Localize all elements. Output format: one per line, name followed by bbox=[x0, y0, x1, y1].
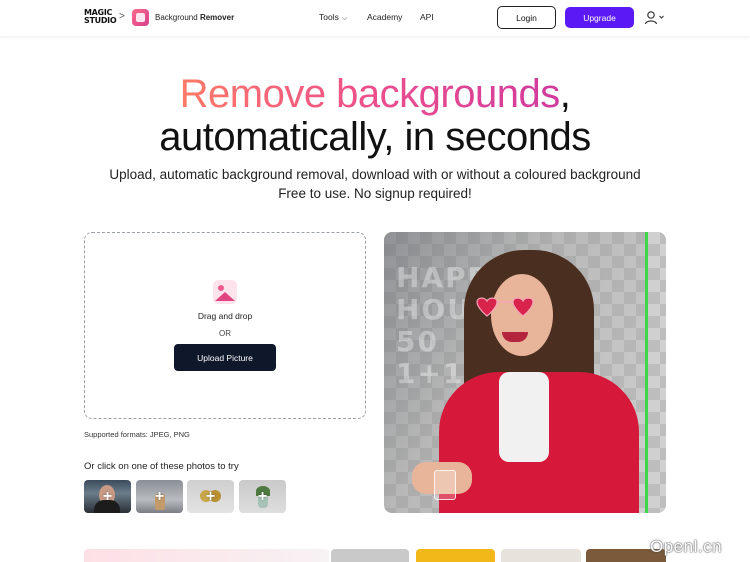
plus-icon: + bbox=[154, 487, 165, 505]
hero-title-line2: automatically, in seconds bbox=[159, 115, 591, 159]
before-after-preview[interactable]: HAPPY HOUR 50 1+1 bbox=[384, 232, 666, 513]
user-menu[interactable] bbox=[644, 10, 666, 26]
plus-icon: + bbox=[102, 487, 113, 505]
heart-sunglasses bbox=[476, 297, 534, 317]
subject-shirt bbox=[499, 372, 549, 462]
plus-icon: + bbox=[205, 487, 216, 505]
example-image-1[interactable] bbox=[331, 549, 409, 562]
example-image-2[interactable] bbox=[416, 549, 495, 562]
before-after-slider-handle[interactable] bbox=[645, 232, 648, 513]
magic-studio-logo[interactable]: MAGIC STUDIO bbox=[84, 9, 117, 27]
app-name[interactable]: Background Remover bbox=[155, 13, 234, 22]
watermark: Openl.cn bbox=[650, 537, 723, 556]
drag-and-drop-text: Drag and drop bbox=[197, 311, 253, 321]
supported-formats-text: Supported formats: JPEG, PNG bbox=[84, 430, 190, 439]
upgrade-button[interactable]: Upgrade bbox=[565, 7, 634, 28]
nav-academy[interactable]: Academy bbox=[367, 12, 402, 22]
nav-api[interactable]: API bbox=[420, 12, 434, 22]
top-nav-bar: MAGIC STUDIO > Background Remover Tools ⌵… bbox=[0, 0, 750, 36]
user-icon bbox=[644, 11, 664, 25]
plus-icon: + bbox=[257, 487, 268, 505]
hero-title-line1: Remove backgrounds, bbox=[179, 72, 571, 116]
breadcrumb-separator-icon: > bbox=[119, 11, 125, 22]
chevron-down-icon: ⌵ bbox=[341, 15, 348, 22]
hero-subtitle: Upload, automatic background removal, do… bbox=[109, 167, 641, 182]
sample-photo-rings[interactable]: + bbox=[187, 480, 234, 513]
login-button[interactable]: Login bbox=[497, 6, 556, 29]
nav-tools[interactable]: Tools ⌵ bbox=[319, 12, 347, 23]
image-icon bbox=[213, 280, 237, 304]
example-image-3[interactable] bbox=[501, 549, 581, 562]
drink-glass bbox=[434, 470, 456, 500]
or-text: OR bbox=[219, 329, 231, 338]
bottom-banner bbox=[84, 549, 329, 562]
sample-photo-portrait[interactable]: + bbox=[84, 480, 131, 513]
sample-photos-label: Or click on one of these photos to try bbox=[84, 461, 239, 472]
background-remover-app-icon bbox=[132, 9, 149, 26]
hero-subtitle-free: Free to use. No signup required! bbox=[278, 186, 472, 201]
upload-dropzone[interactable]: Drag and drop OR Upload Picture bbox=[84, 232, 366, 419]
sample-photo-plant[interactable]: + bbox=[239, 480, 286, 513]
upload-picture-button[interactable]: Upload Picture bbox=[174, 344, 276, 371]
sample-photo-bottle[interactable]: + bbox=[136, 480, 183, 513]
